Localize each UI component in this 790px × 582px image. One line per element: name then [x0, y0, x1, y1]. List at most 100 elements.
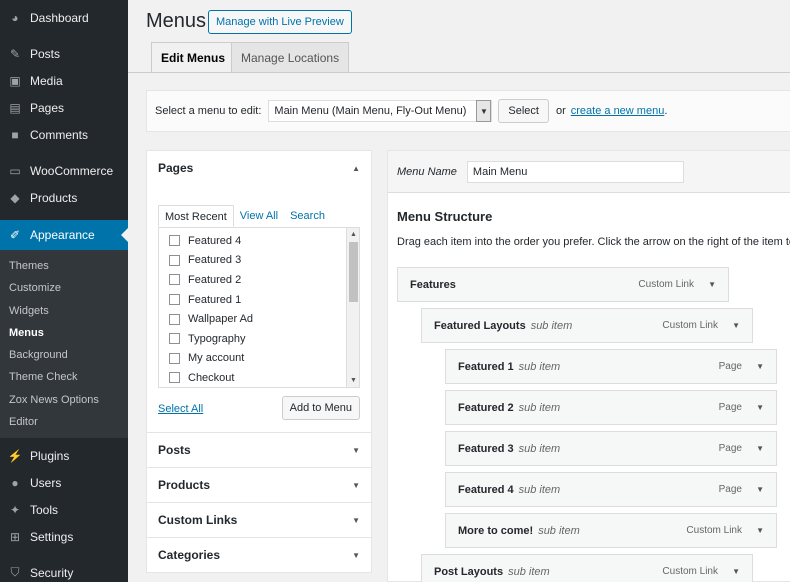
list-item[interactable]: Featured 3	[159, 251, 359, 271]
menu-name-bar: Menu Name Main Menu	[388, 151, 790, 193]
scroll-thumb[interactable]	[349, 242, 358, 302]
menu-item-type: Custom Link	[686, 525, 742, 536]
scrollbar[interactable]: ▲ ▼	[346, 228, 359, 387]
accordion-custom-links[interactable]: Custom Links ▼	[146, 503, 372, 538]
sidebar-item-label: Tools	[30, 502, 59, 517]
sidebar-item-label: Users	[30, 475, 62, 490]
menu-item-type: Page	[718, 443, 742, 454]
brush-icon: ✐	[9, 228, 21, 242]
pages-box-header[interactable]: Pages ▲	[147, 151, 371, 185]
menu-item-sub: sub item	[508, 565, 550, 578]
list-item[interactable]: Featured 4	[159, 231, 359, 251]
submenu-background[interactable]: Background	[0, 344, 128, 366]
item-toggle-icon[interactable]: ▼	[732, 567, 740, 576]
item-toggle-icon[interactable]: ▼	[756, 362, 764, 371]
menu-item[interactable]: Features Custom Link ▼	[397, 267, 729, 302]
live-preview-button[interactable]: Manage with Live Preview	[208, 10, 352, 34]
sidebar-item-comments[interactable]: ■ Comments	[0, 121, 128, 148]
menu-item[interactable]: Featured 3 sub item Page ▼	[445, 431, 777, 466]
tab-most-recent[interactable]: Most Recent	[158, 205, 234, 227]
sidebar-item-products[interactable]: ◆ Products	[0, 184, 128, 211]
select-button[interactable]: Select	[498, 99, 549, 123]
menu-item-title: Features	[410, 278, 456, 291]
scroll-down-icon[interactable]: ▼	[347, 374, 359, 387]
item-toggle-icon[interactable]: ▼	[708, 280, 716, 289]
checkbox[interactable]	[169, 372, 180, 384]
list-item[interactable]: Typography	[159, 329, 359, 349]
list-item[interactable]: My account	[159, 349, 359, 369]
sidebar-item-pages[interactable]: ▤ Pages	[0, 94, 128, 121]
checkbox[interactable]	[169, 313, 180, 325]
sidebar-item-label: Plugins	[30, 448, 70, 463]
tab-edit-menus[interactable]: Edit Menus	[151, 42, 236, 73]
menu-item[interactable]: More to come! sub item Custom Link ▼	[445, 513, 777, 548]
shield-icon: ⛉	[10, 565, 20, 580]
sidebar-item-users[interactable]: ● Users	[0, 469, 128, 496]
checkbox[interactable]	[169, 294, 180, 306]
submenu-customize[interactable]: Customize	[0, 277, 128, 299]
menu-item[interactable]: Featured 4 sub item Page ▼	[445, 472, 777, 507]
item-toggle-icon[interactable]: ▼	[732, 321, 740, 330]
item-toggle-icon[interactable]: ▼	[756, 485, 764, 494]
sidebar-item-media[interactable]: ▣ Media	[0, 67, 128, 94]
list-item-label: My account	[188, 352, 245, 365]
submenu-themes[interactable]: Themes	[0, 255, 128, 277]
submenu-editor[interactable]: Editor	[0, 411, 128, 433]
submenu-menus[interactable]: Menus	[0, 322, 128, 344]
menu-item-type: Page	[718, 402, 742, 413]
create-menu-link[interactable]: create a new menu	[571, 105, 665, 117]
sidebar-item-security[interactable]: ⛉ Security	[0, 559, 128, 582]
sidebar-item-appearance[interactable]: ✐ Appearance	[0, 220, 128, 250]
menu-name-label: Menu Name	[397, 165, 457, 178]
tab-manage-locations[interactable]: Manage Locations	[231, 42, 350, 72]
menu-structure-title: Menu Structure	[397, 209, 493, 224]
menu-item[interactable]: Featured 2 sub item Page ▼	[445, 390, 777, 425]
accordion-posts[interactable]: Posts ▼	[146, 433, 372, 468]
sidebar-item-dashboard[interactable]: ◕ Dashboard	[0, 4, 128, 31]
admin-sidebar: ◕ Dashboard ✎ Posts ▣ Media ▤ Pages ■ Comment…	[0, 0, 128, 582]
scroll-up-icon[interactable]: ▲	[347, 228, 359, 241]
select-label: Select a menu to edit:	[155, 105, 262, 117]
list-item[interactable]: Featured 2	[159, 270, 359, 290]
submenu-widgets[interactable]: Widgets	[0, 300, 128, 322]
sidebar-item-label: Security	[30, 565, 74, 580]
menu-select-dropdown[interactable]: Main Menu (Main Menu, Fly-Out Menu) ▼	[268, 100, 493, 122]
menu-item[interactable]: Featured 1 sub item Page ▼	[445, 349, 777, 384]
menu-item[interactable]: Post Layouts sub item Custom Link ▼	[421, 554, 753, 582]
list-item[interactable]: Checkout	[159, 368, 359, 387]
user-icon: ●	[11, 475, 19, 490]
sidebar-item-tools[interactable]: ✦ Tools	[0, 496, 128, 523]
accordion-title: Categories	[158, 548, 221, 562]
select-all-link[interactable]: Select All	[158, 403, 203, 415]
tab-search[interactable]: Search	[284, 205, 331, 227]
item-toggle-icon[interactable]: ▼	[756, 403, 764, 412]
list-item[interactable]: Featured 1	[159, 290, 359, 310]
checkbox[interactable]	[169, 333, 180, 345]
accordion-products[interactable]: Products ▼	[146, 468, 372, 503]
checkbox[interactable]	[169, 352, 180, 364]
sidebar-item-label: Posts	[30, 46, 61, 61]
sidebar-item-woocommerce[interactable]: ▭ WooCommerce	[0, 157, 128, 184]
accordion-categories[interactable]: Categories ▼	[146, 538, 372, 573]
sidebar-item-settings[interactable]: ⊞ Settings	[0, 523, 128, 550]
sidebar-item-label: WooCommerce	[30, 163, 114, 178]
menu-item-title: Featured 1	[458, 360, 514, 373]
checkbox[interactable]	[169, 235, 180, 247]
submenu-theme-check[interactable]: Theme Check	[0, 366, 128, 388]
menu-item[interactable]: Featured Layouts sub item Custom Link ▼	[421, 308, 753, 343]
sidebar-item-plugins[interactable]: ⚡ Plugins	[0, 442, 128, 469]
list-item[interactable]: Wallpaper Ad	[159, 309, 359, 329]
expand-arrow-icon: ▼	[352, 550, 360, 560]
submenu-zox-news-options[interactable]: Zox News Options	[0, 389, 128, 411]
main-content: Menus Manage with Live Preview Edit Menu…	[128, 0, 790, 582]
menu-name-input[interactable]: Main Menu	[466, 160, 684, 183]
pages-checklist: Featured 4 Featured 3 Featured 2 Feature…	[158, 227, 360, 388]
item-toggle-icon[interactable]: ▼	[756, 526, 764, 535]
checkbox[interactable]	[169, 254, 180, 266]
menu-item-type: Page	[718, 361, 742, 372]
item-toggle-icon[interactable]: ▼	[756, 444, 764, 453]
sidebar-item-posts[interactable]: ✎ Posts	[0, 40, 128, 67]
checkbox[interactable]	[169, 274, 180, 286]
tab-view-all[interactable]: View All	[234, 205, 284, 227]
add-to-menu-button[interactable]: Add to Menu	[281, 396, 360, 420]
